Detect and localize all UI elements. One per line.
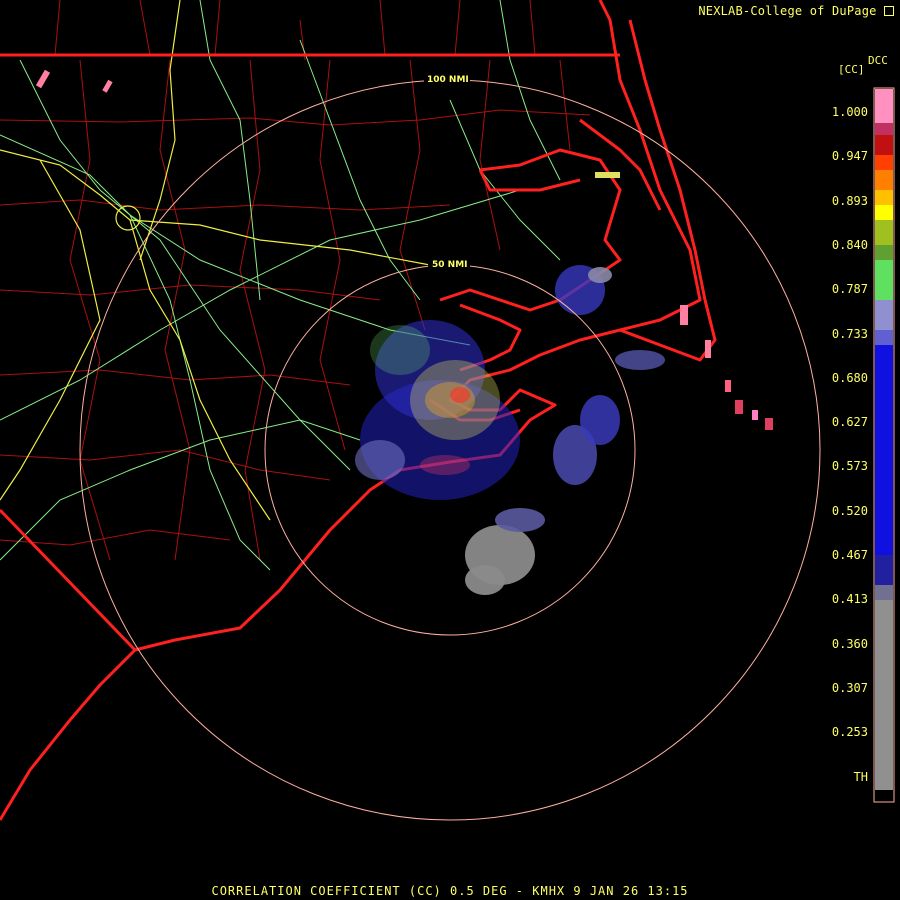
legend-label: 0.467 [831,548,868,562]
legend-label: 0.413 [831,592,868,607]
legend-label: 0.520 [831,503,868,518]
legend-label: 0.840 [831,237,868,252]
legend-label: 0.627 [831,415,868,430]
credit-label: NEXLAB-College of DuPage [698,4,894,18]
product-caption: CORRELATION COEFFICIENT (CC) 0.5 DEG - K… [211,884,689,898]
legend-label: TH [853,769,868,784]
legend-label: 1.000 [831,105,868,119]
legend-label: 0.307 [831,680,868,695]
range-ring-label-100: 100 NMI [427,75,469,85]
legend-label: 0.680 [831,370,868,385]
legend-product-code: DCC [868,54,888,67]
range-ring-label-50: 50 NMI [432,260,468,270]
radar-map: 50 NMI 100 NMI [0,0,900,900]
legend-label: 0.573 [831,459,868,474]
legend-label: 0.253 [831,725,868,740]
legend-units: [CC] [838,63,865,76]
logo-icon [884,6,894,16]
legend-colorbar [873,87,895,803]
legend-label: 0.947 [831,149,868,164]
legend-label: 0.893 [831,193,868,208]
legend-label: 0.360 [831,636,868,651]
legend-label: 0.787 [831,282,868,297]
legend-label: 0.733 [831,326,868,341]
